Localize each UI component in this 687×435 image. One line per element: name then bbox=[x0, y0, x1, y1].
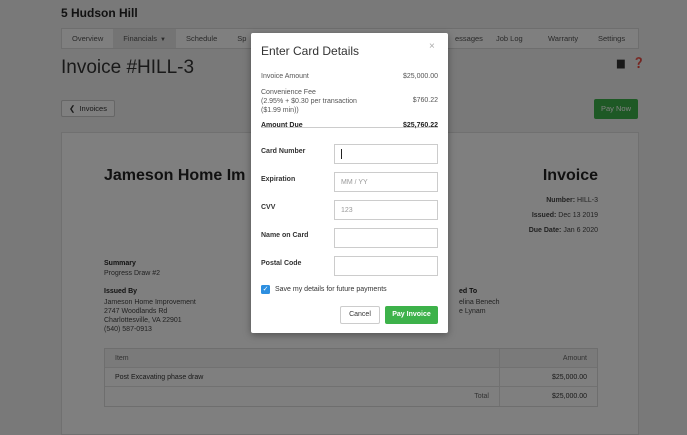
pay-invoice-button[interactable]: Pay Invoice bbox=[385, 306, 438, 324]
expiration-label: Expiration bbox=[261, 176, 296, 183]
name-on-card-input[interactable] bbox=[334, 228, 438, 248]
fee-label-line: ($1.99 min)) bbox=[261, 107, 299, 114]
name-on-card-label: Name on Card bbox=[261, 232, 309, 239]
amount-due-value: $25,760.22 bbox=[402, 122, 438, 129]
invoice-amount-value: $25,000.00 bbox=[402, 73, 438, 80]
amount-due-label: Amount Due bbox=[261, 122, 303, 129]
cvv-row: CVV bbox=[261, 200, 438, 220]
postal-code-row: Postal Code bbox=[261, 256, 438, 276]
cancel-button[interactable]: Cancel bbox=[340, 306, 380, 324]
card-number-row: Card Number bbox=[261, 144, 438, 164]
card-number-label: Card Number bbox=[261, 148, 306, 155]
card-number-input[interactable] bbox=[334, 144, 438, 164]
convenience-fee-label: Convenience Fee (2.95% + $0.30 per trans… bbox=[261, 88, 357, 115]
invoice-amount-row: Invoice Amount $25,000.00 bbox=[261, 73, 438, 80]
save-details-option[interactable]: ✓ Save my details for future payments bbox=[261, 285, 387, 294]
modal-title: Enter Card Details bbox=[261, 44, 360, 58]
name-on-card-row: Name on Card bbox=[261, 228, 438, 248]
close-icon[interactable]: × bbox=[429, 41, 435, 52]
convenience-fee-row: Convenience Fee (2.95% + $0.30 per trans… bbox=[261, 88, 438, 115]
card-details-modal: Enter Card Details × Invoice Amount $25,… bbox=[251, 33, 448, 333]
cvv-input[interactable] bbox=[334, 200, 438, 220]
text-caret bbox=[341, 149, 342, 159]
checkbox-checked-icon[interactable]: ✓ bbox=[261, 285, 270, 294]
postal-code-label: Postal Code bbox=[261, 260, 302, 267]
fee-label-line: (2.95% + $0.30 per transaction bbox=[261, 98, 357, 105]
invoice-amount-label: Invoice Amount bbox=[261, 73, 309, 80]
fee-label-line: Convenience Fee bbox=[261, 89, 316, 96]
postal-code-input[interactable] bbox=[334, 256, 438, 276]
convenience-fee-value: $760.22 bbox=[412, 97, 438, 104]
amount-due-row: Amount Due $25,760.22 bbox=[261, 122, 438, 129]
save-details-label: Save my details for future payments bbox=[275, 286, 387, 293]
expiration-row: Expiration bbox=[261, 172, 438, 192]
expiration-input[interactable] bbox=[334, 172, 438, 192]
cvv-label: CVV bbox=[261, 204, 276, 211]
